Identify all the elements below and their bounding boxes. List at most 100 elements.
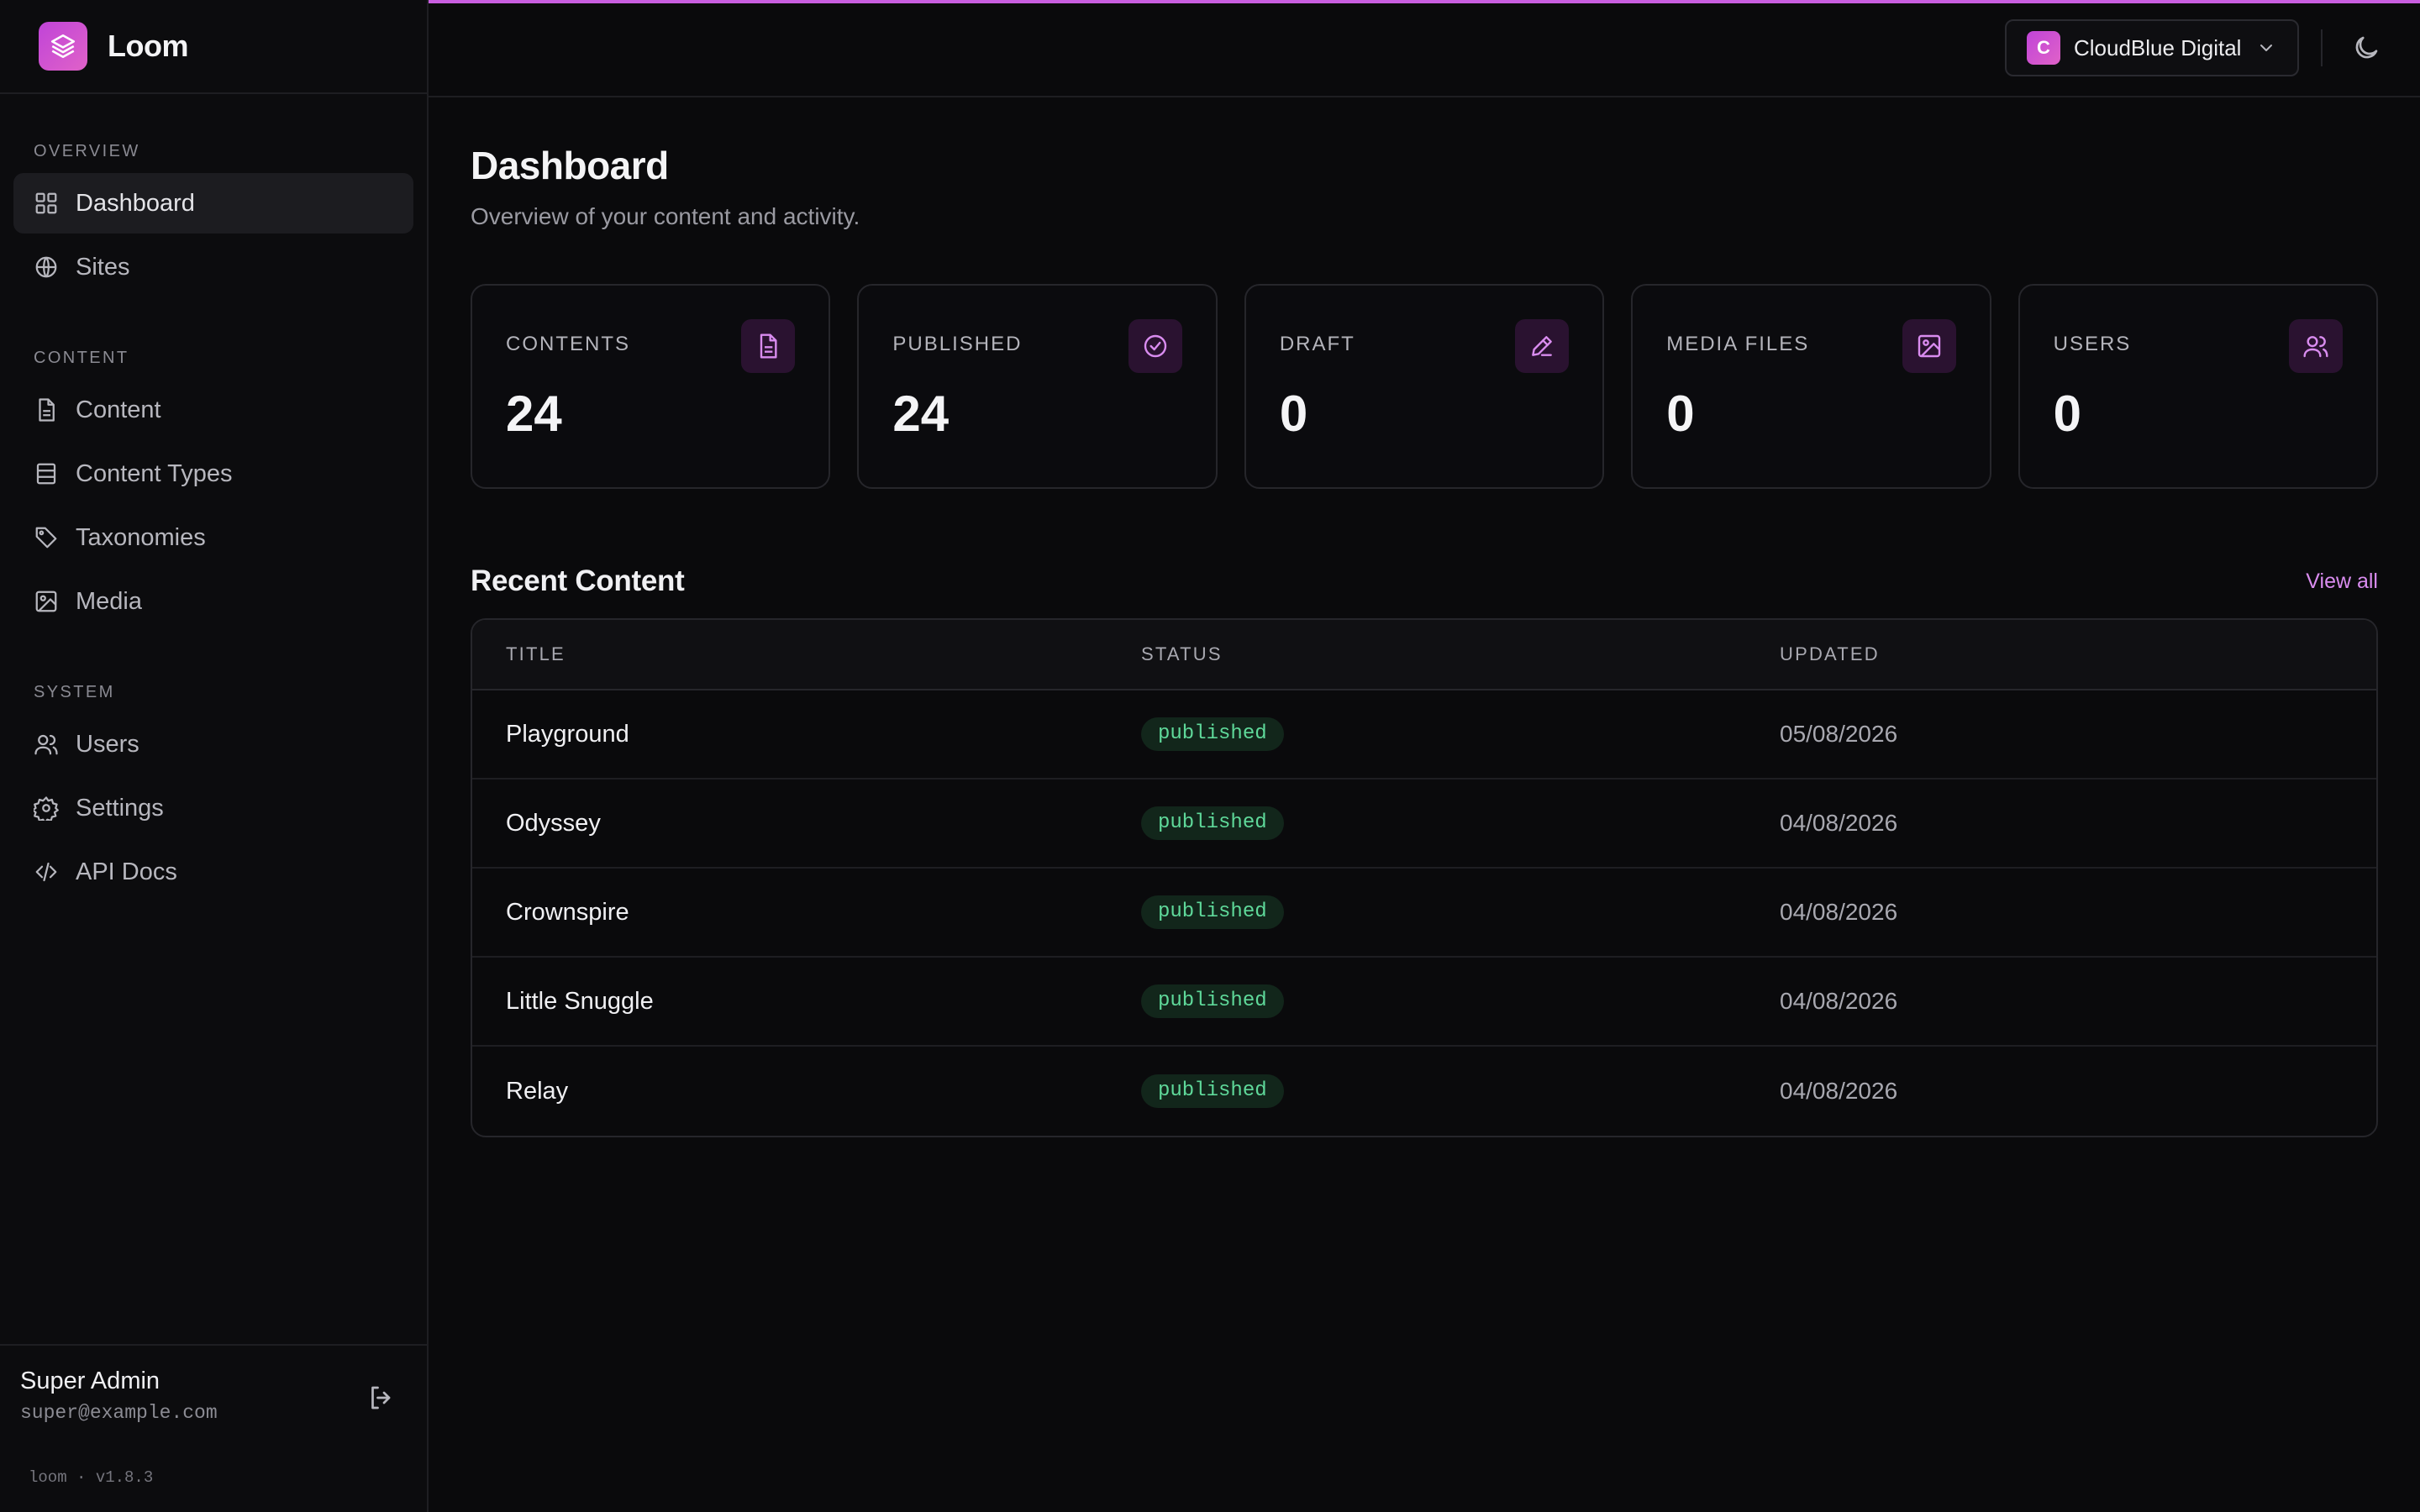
page-subtitle: Overview of your content and activity. [471,203,860,229]
stat-value: 0 [1666,386,1695,442]
sidebar-item-label: Sites [76,253,130,281]
sidebar-item-label: Content [76,396,161,423]
sidebar-item-label: Users [76,730,139,758]
logout-icon [371,1386,391,1410]
table-row[interactable]: Relay published 04/08/2026 [472,1047,2376,1136]
table-row[interactable]: Playground published 05/08/2026 [472,690,2376,780]
row-updated: 04/08/2026 [1780,810,1898,836]
status-badge: published [1141,984,1284,1018]
sidebar-item-label: Content Types [76,459,233,487]
site-name: CloudBlue Digital [2074,34,2242,60]
app-version: loom · v1.8.3 [29,1468,154,1487]
page-title: Dashboard [471,144,669,187]
brand[interactable]: Loom [0,0,427,94]
status-cell: published [1141,895,1780,929]
users-icon [34,734,58,755]
view-all-link[interactable]: View all [2306,570,2378,594]
table-row[interactable]: Odyssey published 04/08/2026 [472,780,2376,869]
status-cell: published [1141,717,1780,751]
stats-row: CONTENTS 24 PUBLISHED 24 DRAFT 0 MEDIA F… [471,284,2379,489]
layers-logo-icon [39,22,87,71]
table-icon [36,463,56,485]
nav-section-overview: OVERVIEW [34,142,140,160]
site-avatar: C [2027,31,2060,65]
logout-button[interactable] [366,1383,397,1413]
recent-content-table: TITLE STATUS UPDATED Playground publishe… [471,618,2378,1137]
code-icon [35,862,57,882]
sidebar-item-label: Dashboard [76,189,195,217]
status-cell: published [1141,1074,1780,1108]
row-updated: 04/08/2026 [1780,1078,1898,1104]
stat-card-published[interactable]: PUBLISHED 24 [857,284,1218,489]
file-icon [39,398,55,422]
recent-content-header: Recent Content View all [471,564,2378,598]
stat-card-contents[interactable]: CONTENTS 24 [471,284,831,489]
status-badge: published [1141,717,1284,751]
row-title[interactable]: Crownspire [472,899,1141,927]
status-badge: published [1141,895,1284,929]
column-header-title[interactable]: TITLE [472,643,1141,665]
table-header: TITLE STATUS UPDATED [472,620,2376,690]
stat-card-media-files[interactable]: MEDIA FILES 0 [1631,284,1991,489]
stat-card-users[interactable]: USERS 0 [2018,284,2379,489]
pencil-icon [1515,319,1570,373]
user-name: Super Admin [20,1368,160,1394]
sidebar-item-media[interactable]: Media [13,571,413,632]
image-icon [1902,319,1956,373]
status-badge: published [1141,1074,1284,1108]
sidebar: Loom OVERVIEW Dashboard Sites CONTENT Co… [0,0,429,1512]
sidebar-item-content-types[interactable]: Content Types [13,444,413,504]
sidebar-item-taxonomies[interactable]: Taxonomies [13,507,413,568]
sidebar-item-dashboard[interactable]: Dashboard [13,173,413,234]
nav-section-system: SYSTEM [34,683,115,701]
topbar-divider [2321,29,2323,66]
status-cell: published [1141,984,1780,1018]
sidebar-item-label: Taxonomies [76,523,206,551]
accent-bar [429,0,2420,3]
site-switcher[interactable]: C CloudBlue Digital [2005,19,2299,76]
column-header-status[interactable]: STATUS [1141,643,1780,665]
theme-toggle-button[interactable] [2351,33,2381,63]
check-circle-icon [1128,319,1182,373]
stat-value: 0 [1279,386,1308,442]
sidebar-nav: OVERVIEW Dashboard Sites CONTENT Content… [0,94,427,902]
row-title[interactable]: Odyssey [472,810,1141,837]
stat-value: 0 [2053,386,2081,442]
sidebar-item-settings[interactable]: Settings [13,778,413,838]
sidebar-item-label: Media [76,587,142,615]
sidebar-item-api-docs[interactable]: API Docs [13,842,413,902]
brand-name: Loom [108,29,188,63]
topbar: C CloudBlue Digital [429,0,2420,97]
stat-card-draft[interactable]: DRAFT 0 [1244,284,1605,489]
moon-icon [2355,36,2378,59]
sidebar-item-label: API Docs [76,858,177,885]
row-title[interactable]: Little Snuggle [472,988,1141,1016]
row-updated: 04/08/2026 [1780,899,1898,925]
file-icon [741,319,796,373]
column-header-updated[interactable]: UPDATED [1780,643,2376,665]
chevron-down-icon [2260,45,2273,51]
row-updated: 05/08/2026 [1780,721,1898,747]
user-panel: Super Admin super@example.com [0,1344,427,1424]
sidebar-item-users[interactable]: Users [13,714,413,774]
nav-section-content: CONTENT [34,349,129,367]
row-updated: 04/08/2026 [1780,988,1898,1014]
status-badge: published [1141,806,1284,840]
row-title[interactable]: Playground [472,721,1141,748]
grid-icon [35,192,57,214]
row-title[interactable]: Relay [472,1078,1141,1105]
tag-icon [35,527,57,549]
sidebar-item-sites[interactable]: Sites [13,237,413,297]
users-icon [2289,319,2344,373]
table-row[interactable]: Little Snuggle published 04/08/2026 [472,958,2376,1047]
sidebar-item-content[interactable]: Content [13,380,413,440]
status-cell: published [1141,806,1780,840]
stat-value: 24 [892,386,950,442]
sidebar-item-label: Settings [76,794,164,822]
app-root: Loom OVERVIEW Dashboard Sites CONTENT Co… [0,0,2420,1512]
user-email: super@example.com [20,1402,218,1424]
table-row[interactable]: Crownspire published 04/08/2026 [472,869,2376,958]
globe-icon [35,256,57,278]
stat-value: 24 [506,386,562,442]
main-area: C CloudBlue Digital Dashboard Overview o… [429,0,2420,1512]
